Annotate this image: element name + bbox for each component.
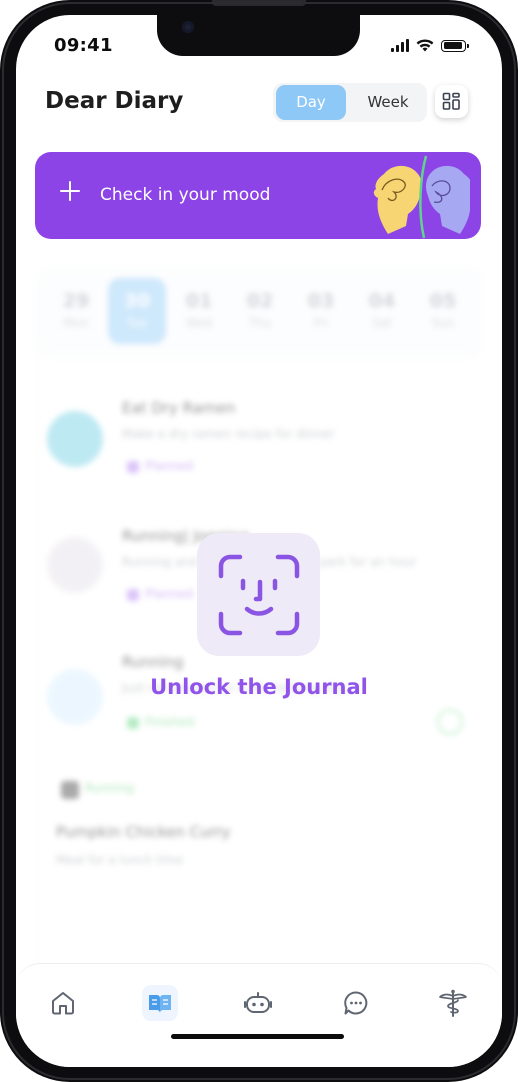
status-time: 09:41 [54,35,113,56]
day-item[interactable]: 03 Fri [301,290,341,330]
tab-assistant[interactable] [243,988,273,1018]
view-toggle: Day Week [273,83,427,122]
robot-icon [244,992,272,1013]
timeline-divider [37,355,38,965]
day-item[interactable]: 01 Wed [179,290,219,330]
week-toggle-button[interactable]: Week [353,85,423,120]
front-camera [182,21,194,33]
grid-view-button[interactable] [435,85,468,118]
day-item[interactable]: 02 Thu [240,290,280,330]
check-circle-icon[interactable] [437,709,463,735]
day-item[interactable]: 29 Mon [56,290,96,330]
runner-icon [47,537,103,593]
cellular-signal-icon [391,39,409,52]
tab-journal[interactable] [142,985,178,1021]
mood-heads-illustration [373,155,470,239]
plus-icon [59,179,81,201]
day-item[interactable]: 04 Sat [362,290,402,330]
status-badge: Planned [145,459,194,473]
grid-icon [442,92,460,110]
notch [157,15,360,56]
status-badge: Planned [145,587,194,601]
mood-checkin-label: Check in your mood [100,185,271,205]
page-title: Dear Diary [45,88,184,114]
home-icon [52,992,74,1015]
chat-icon [344,991,368,1015]
shoe-icon [61,781,79,799]
wifi-icon [416,39,434,52]
day-item-selected[interactable]: 30 Tue [108,278,166,344]
book-icon [149,995,171,1013]
caduceus-icon [439,989,467,1017]
status-icons [391,39,469,52]
unlock-journal-label[interactable]: Unlock the Journal [16,675,502,699]
screen: 09:41 Dear Diary Day Week Check in your … [16,15,502,1067]
face-id-icon [218,554,299,635]
tab-home[interactable] [48,988,78,1018]
day-item[interactable]: 05 Sun [423,290,463,330]
home-indicator[interactable] [171,1034,344,1039]
status-badge: Finished [145,715,195,729]
status-badge: Running [85,781,135,795]
week-strip: 29 Mon 30 Tue 01 Wed 02 Thu 03 Fri 04 Sa… [37,269,482,357]
mood-checkin-banner[interactable]: Check in your mood [35,152,481,239]
tab-chat[interactable] [341,988,371,1018]
ramen-icon [47,411,103,467]
day-toggle-button[interactable]: Day [276,85,346,120]
bottom-tab-bar [16,963,502,1067]
phone-top-speaker [212,0,306,6]
tab-health[interactable] [438,988,468,1018]
phone-frame: 09:41 Dear Diary Day Week Check in your … [0,0,518,1082]
battery-icon [441,39,469,52]
face-id-button[interactable] [197,533,320,656]
